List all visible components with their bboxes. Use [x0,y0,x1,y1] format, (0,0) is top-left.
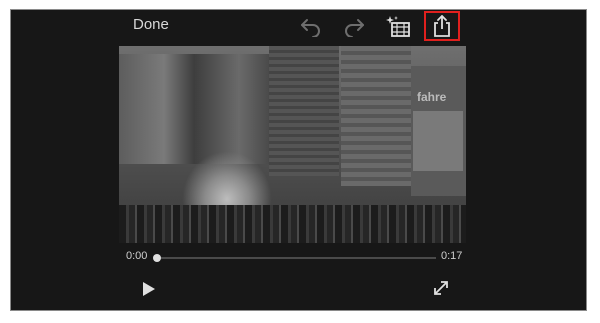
scrubber-handle[interactable] [153,254,161,262]
fountain [182,151,272,211]
billboard-ad [413,111,463,171]
redo-icon [345,19,364,37]
duration: 0:17 [441,250,463,262]
top-toolbar: Done [11,10,586,44]
share-button[interactable] [424,11,460,41]
play-button[interactable] [138,279,158,299]
crowd [119,205,466,243]
undo-button[interactable] [296,13,326,41]
play-icon [143,282,155,296]
building-glass [119,54,269,164]
building-tower [269,46,339,176]
effects-icon [386,16,410,37]
redo-button[interactable] [339,13,369,41]
billboard-building: fahre [411,66,466,196]
current-time: 0:00 [126,250,148,262]
done-button[interactable]: Done [133,16,169,33]
building-right [341,46,411,186]
timeline: 0:00 0:17 [11,250,586,270]
undo-icon [301,19,320,37]
scrubber-track[interactable] [153,254,436,262]
fullscreen-icon [434,281,448,295]
video-preview[interactable]: fahre [119,46,466,243]
video-editor-window: Done fahre 0:00 0:17 [10,9,587,311]
billboard-sign: fahre [417,90,447,104]
fullscreen-button[interactable] [431,278,451,298]
effects-button[interactable] [384,13,414,41]
share-icon [434,15,450,37]
